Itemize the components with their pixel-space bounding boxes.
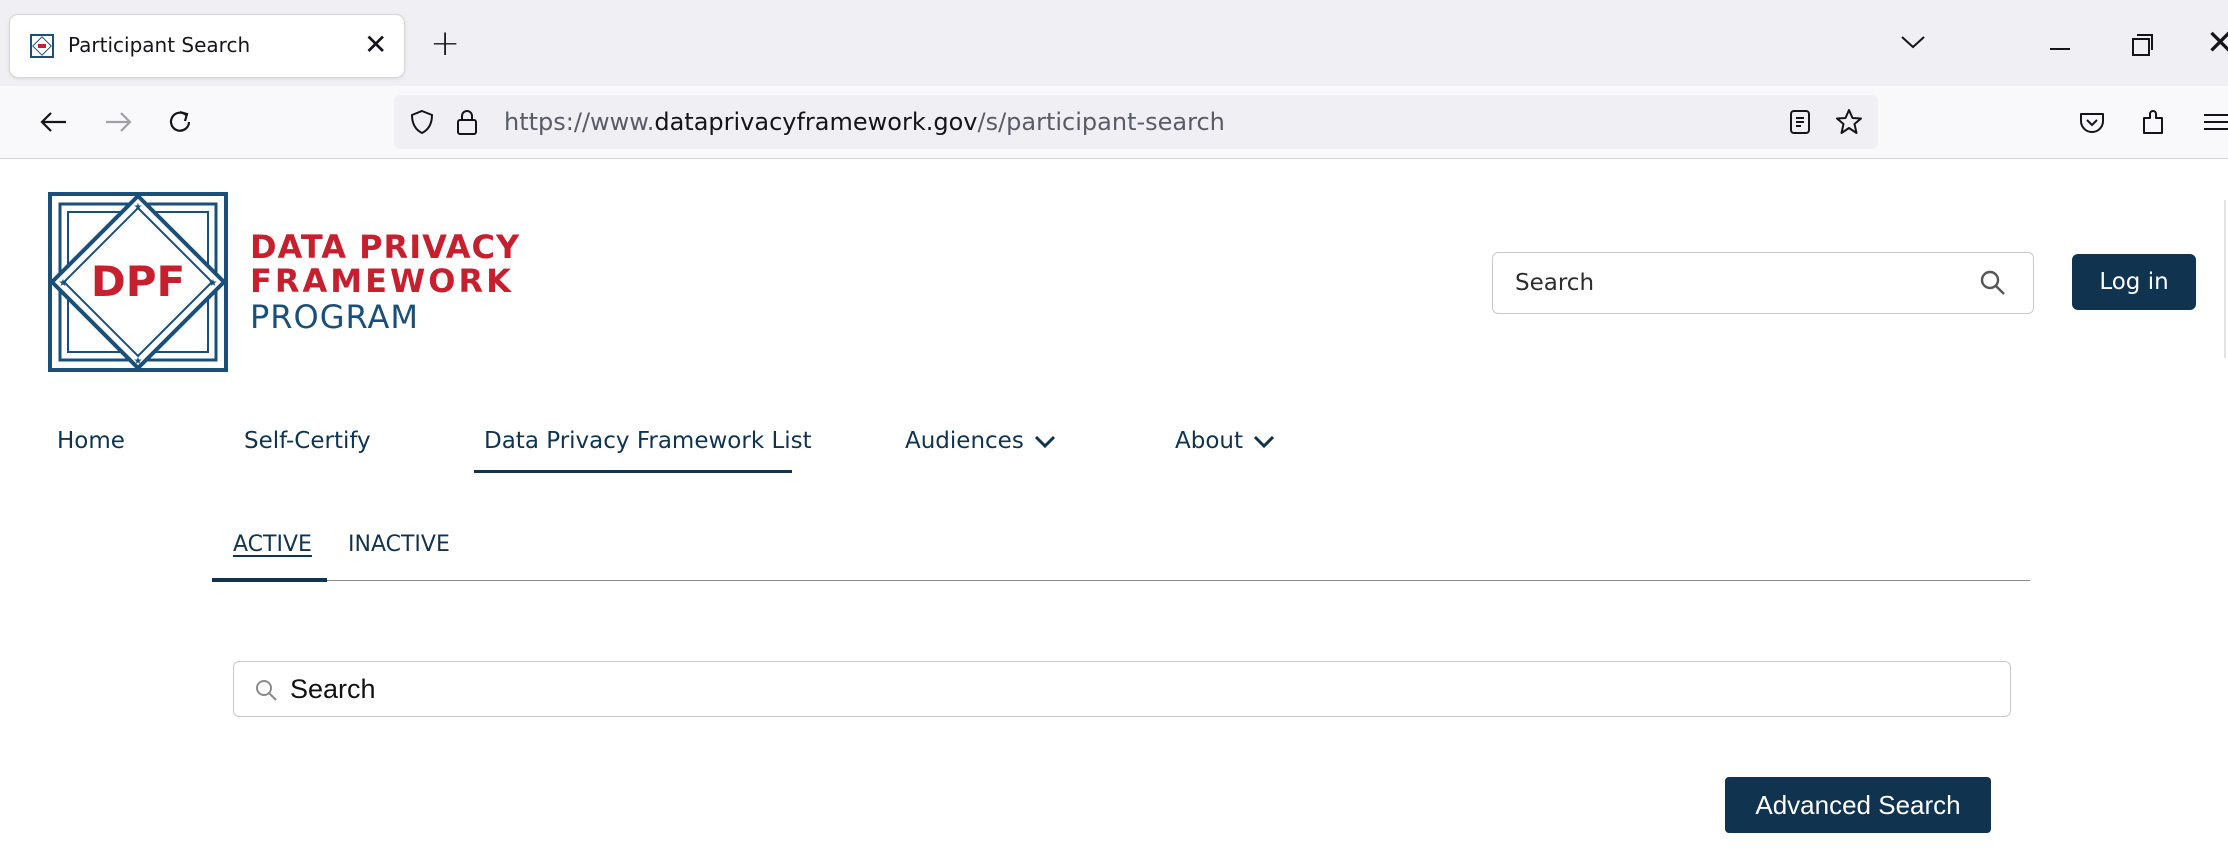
forward-icon[interactable] bbox=[102, 106, 134, 138]
back-icon[interactable] bbox=[38, 106, 70, 138]
chevron-down-icon bbox=[1034, 435, 1055, 448]
url-domain: dataprivacyframework.gov bbox=[654, 108, 978, 136]
address-bar[interactable]: https://www.dataprivacyframework.gov/s/p… bbox=[394, 95, 1878, 149]
reader-view-icon[interactable] bbox=[1788, 109, 1812, 135]
logo-text: DPF bbox=[91, 257, 185, 306]
site-search-input[interactable] bbox=[1493, 253, 1953, 313]
tab-inactive[interactable]: INACTIVE bbox=[348, 532, 450, 557]
search-icon bbox=[256, 680, 277, 701]
tracking-protection-shield-icon[interactable] bbox=[408, 108, 436, 136]
site-favicon-icon bbox=[30, 34, 54, 58]
browser-tab-strip: Participant Search ✕ + ✕ bbox=[0, 0, 2228, 86]
pocket-icon[interactable] bbox=[2076, 106, 2108, 138]
advanced-search-button[interactable]: Advanced Search bbox=[1725, 777, 1991, 833]
list-all-tabs-icon[interactable] bbox=[1900, 34, 1926, 50]
chevron-down-icon bbox=[1253, 435, 1275, 448]
new-tab-icon[interactable]: + bbox=[430, 26, 460, 62]
site-search-box bbox=[1492, 252, 2034, 314]
nav-self-certify-label: Self-Certify bbox=[244, 428, 371, 454]
extensions-puzzle-icon[interactable] bbox=[2138, 106, 2170, 138]
search-icon[interactable] bbox=[1979, 269, 2007, 297]
tab-active-indicator bbox=[212, 578, 327, 582]
tab-active[interactable]: ACTIVE bbox=[233, 532, 312, 557]
nav-about-label: About bbox=[1175, 428, 1244, 454]
lock-icon[interactable] bbox=[454, 107, 480, 137]
nav-active-indicator bbox=[474, 470, 792, 473]
brand-name-line-1: DATA PRIVACY bbox=[250, 228, 521, 266]
svg-text:★: ★ bbox=[134, 356, 143, 367]
minimize-window-icon[interactable] bbox=[2050, 48, 2070, 50]
browser-tab-title: Participant Search bbox=[68, 33, 251, 57]
nav-audiences[interactable]: Audiences bbox=[905, 428, 1056, 454]
scrollbar-edge bbox=[2224, 200, 2226, 358]
bookmark-star-icon[interactable] bbox=[1834, 107, 1864, 137]
url-path: /s/participant-search bbox=[977, 108, 1225, 136]
nav-self-certify[interactable]: Self-Certify bbox=[244, 428, 371, 454]
reload-icon[interactable] bbox=[164, 106, 196, 138]
close-window-icon[interactable]: ✕ bbox=[2206, 26, 2228, 60]
participant-search-box bbox=[233, 661, 2011, 717]
restore-window-icon[interactable] bbox=[2132, 34, 2153, 56]
brand-name-line-3: PROGRAM bbox=[250, 298, 419, 336]
browser-tab[interactable]: Participant Search ✕ bbox=[10, 15, 404, 77]
svg-text:★: ★ bbox=[134, 202, 143, 213]
nav-audiences-label: Audiences bbox=[905, 428, 1024, 454]
nav-dpf-list[interactable]: Data Privacy Framework List bbox=[484, 428, 812, 454]
participant-search-input[interactable] bbox=[290, 662, 1990, 716]
brand-name-line-2: FRAMEWORK bbox=[250, 262, 514, 300]
nav-home[interactable]: Home bbox=[57, 428, 125, 454]
svg-text:★: ★ bbox=[209, 278, 218, 289]
url-prefix: https://www. bbox=[504, 108, 655, 136]
nav-about[interactable]: About bbox=[1175, 428, 1275, 454]
login-button[interactable]: Log in bbox=[2072, 254, 2196, 310]
close-tab-icon[interactable]: ✕ bbox=[364, 31, 387, 59]
url-text[interactable]: https://www.dataprivacyframework.gov/s/p… bbox=[504, 108, 1225, 136]
browser-navigation-bar: https://www.dataprivacyframework.gov/s/p… bbox=[0, 86, 2228, 159]
nav-home-label: Home bbox=[57, 428, 125, 454]
nav-dpf-list-label: Data Privacy Framework List bbox=[484, 428, 812, 454]
tab-divider bbox=[212, 580, 2030, 581]
menu-hamburger-icon[interactable] bbox=[2198, 106, 2228, 138]
svg-text:★: ★ bbox=[59, 278, 68, 289]
dpf-logo[interactable]: ★ ★ ★ ★ DPF bbox=[48, 192, 228, 372]
